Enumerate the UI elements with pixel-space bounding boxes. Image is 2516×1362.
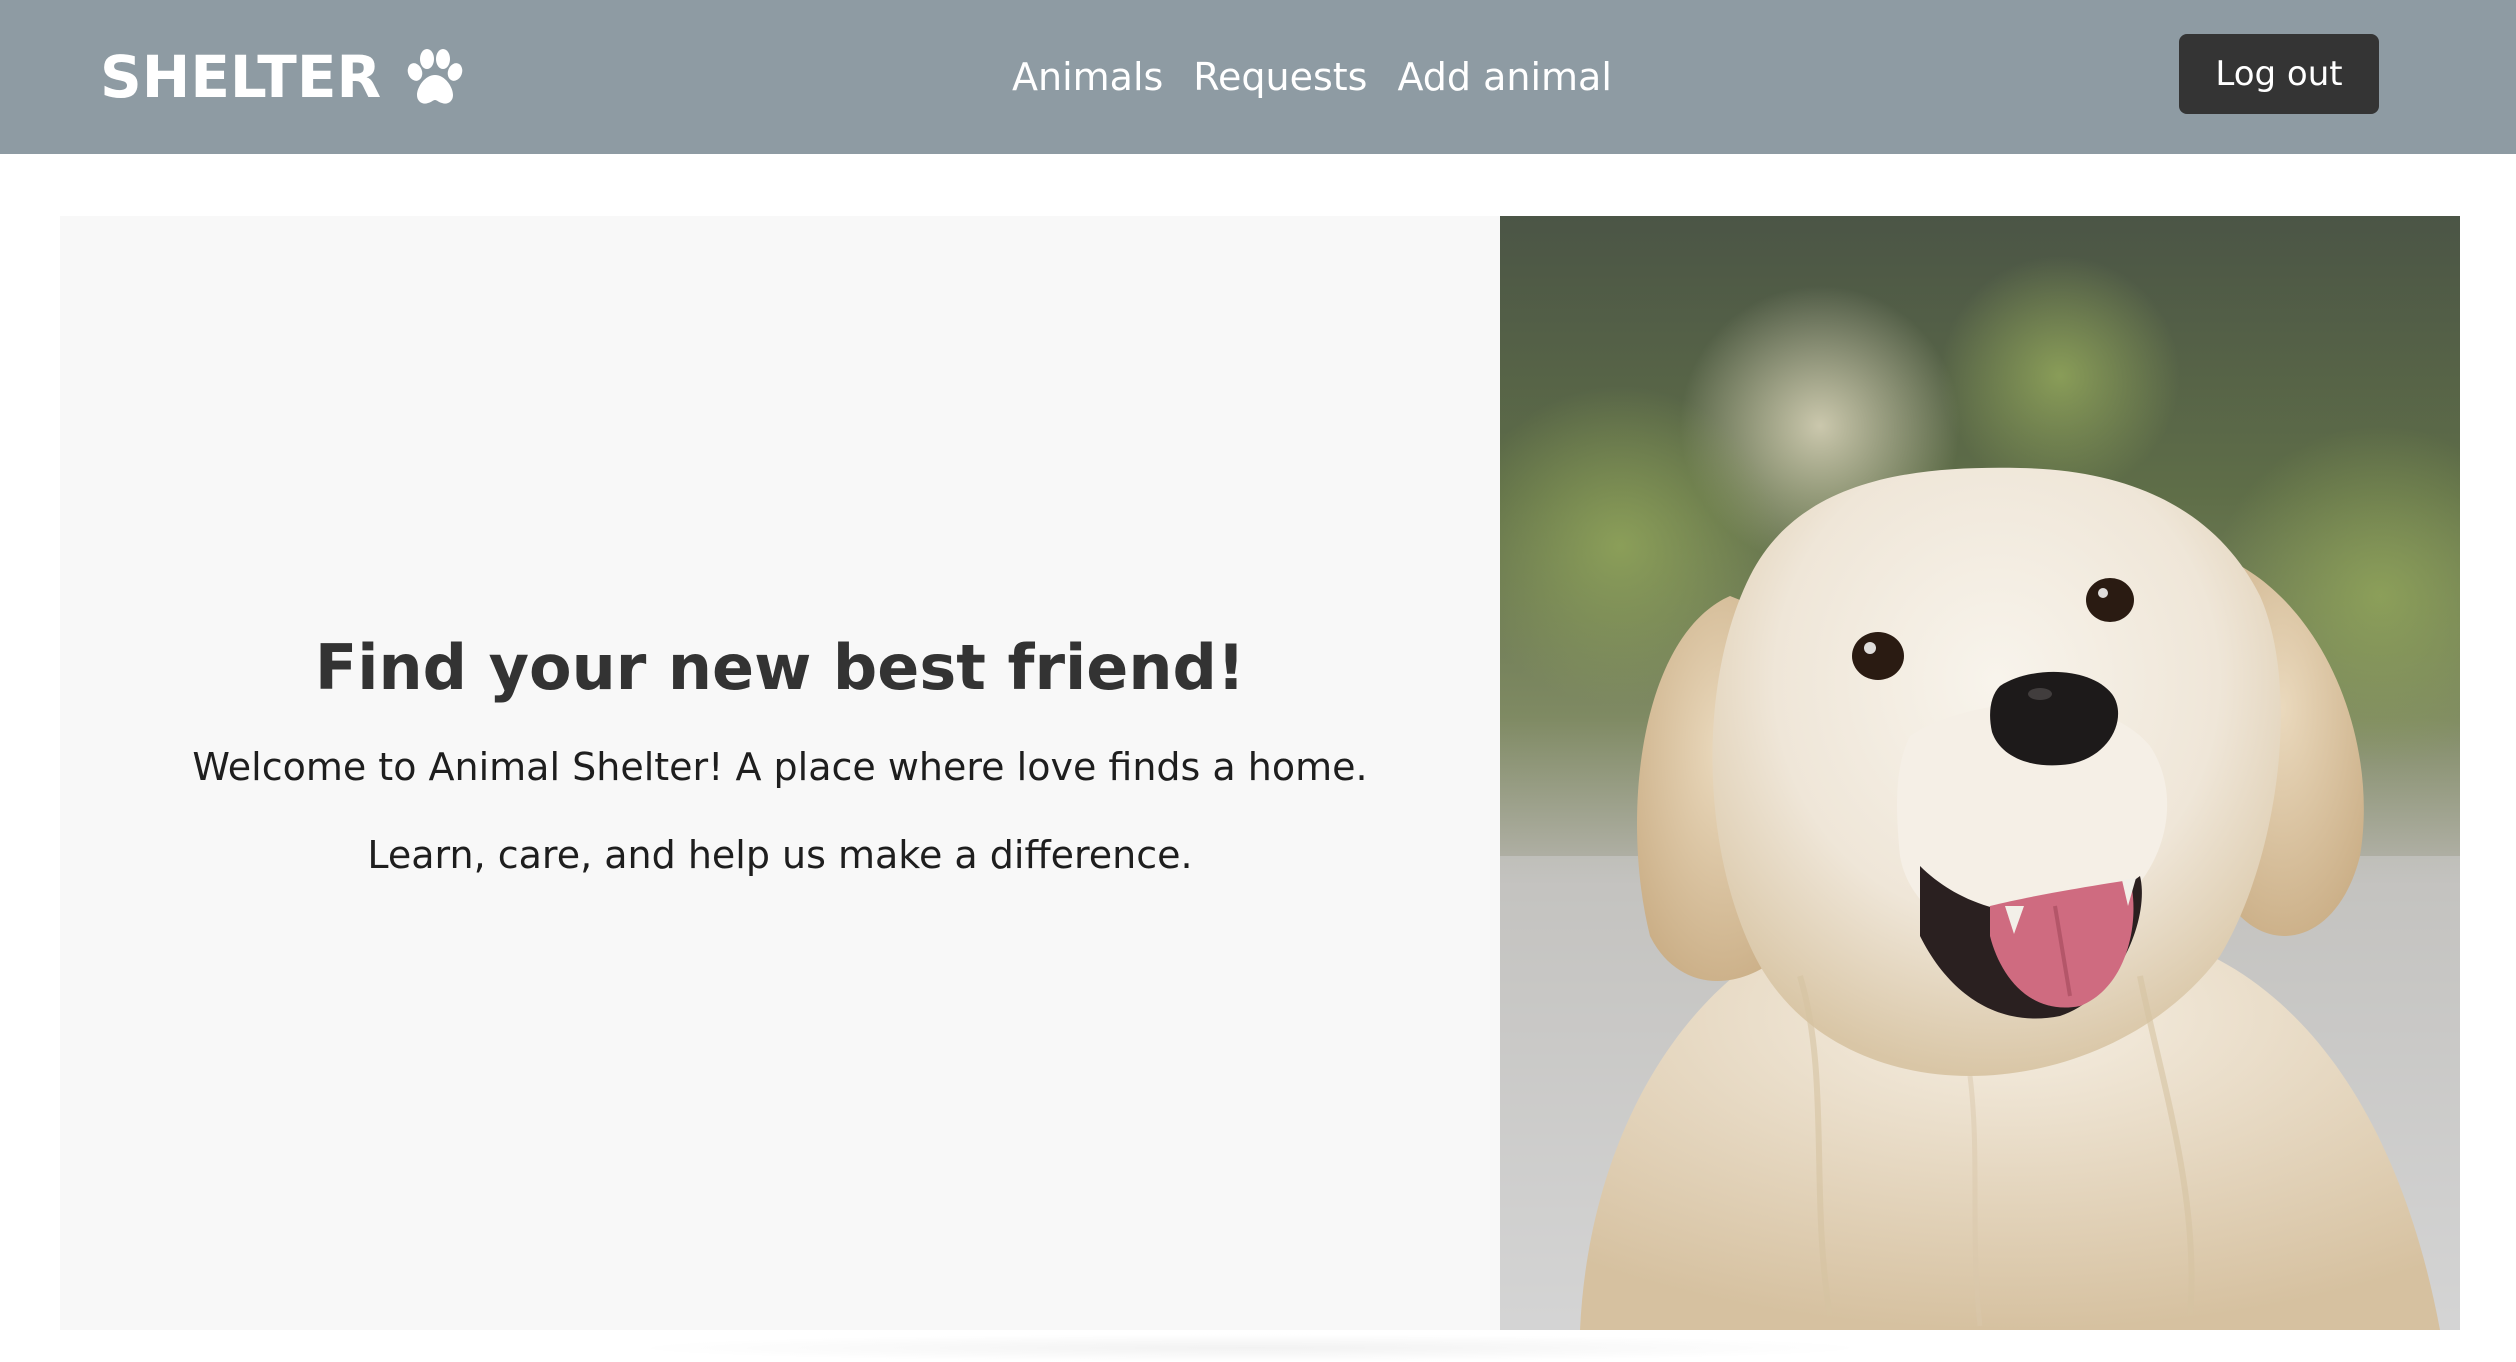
hero-welcome-text: Welcome to Animal Shelter! A place where…: [192, 745, 1368, 790]
nav-link-requests[interactable]: Requests: [1193, 58, 1367, 96]
brand-logo-link[interactable]: SHELTER: [100, 0, 467, 154]
brand-name: SHELTER: [100, 43, 382, 111]
hero-title: Find your new best friend!: [314, 631, 1246, 705]
nav-link-add-animal[interactable]: Add animal: [1397, 58, 1611, 96]
dog-illustration: [1500, 216, 2460, 1330]
logout-button[interactable]: Log out: [2179, 34, 2379, 114]
nav-link-animals[interactable]: Animals: [1012, 58, 1163, 96]
hero-text-panel: Find your new best friend! Welcome to An…: [60, 216, 1500, 1330]
paw-icon: [407, 49, 463, 104]
hero-tagline-text: Learn, care, and help us make a differen…: [367, 832, 1193, 877]
hero-shadow: [620, 1334, 1880, 1362]
top-navbar: SHELTER Animals Requests Add animal Log …: [0, 0, 2516, 154]
dog-photo: [1500, 216, 2460, 1330]
main-nav: Animals Requests Add animal: [1012, 0, 1612, 154]
hero-section: Find your new best friend! Welcome to An…: [60, 216, 2460, 1330]
